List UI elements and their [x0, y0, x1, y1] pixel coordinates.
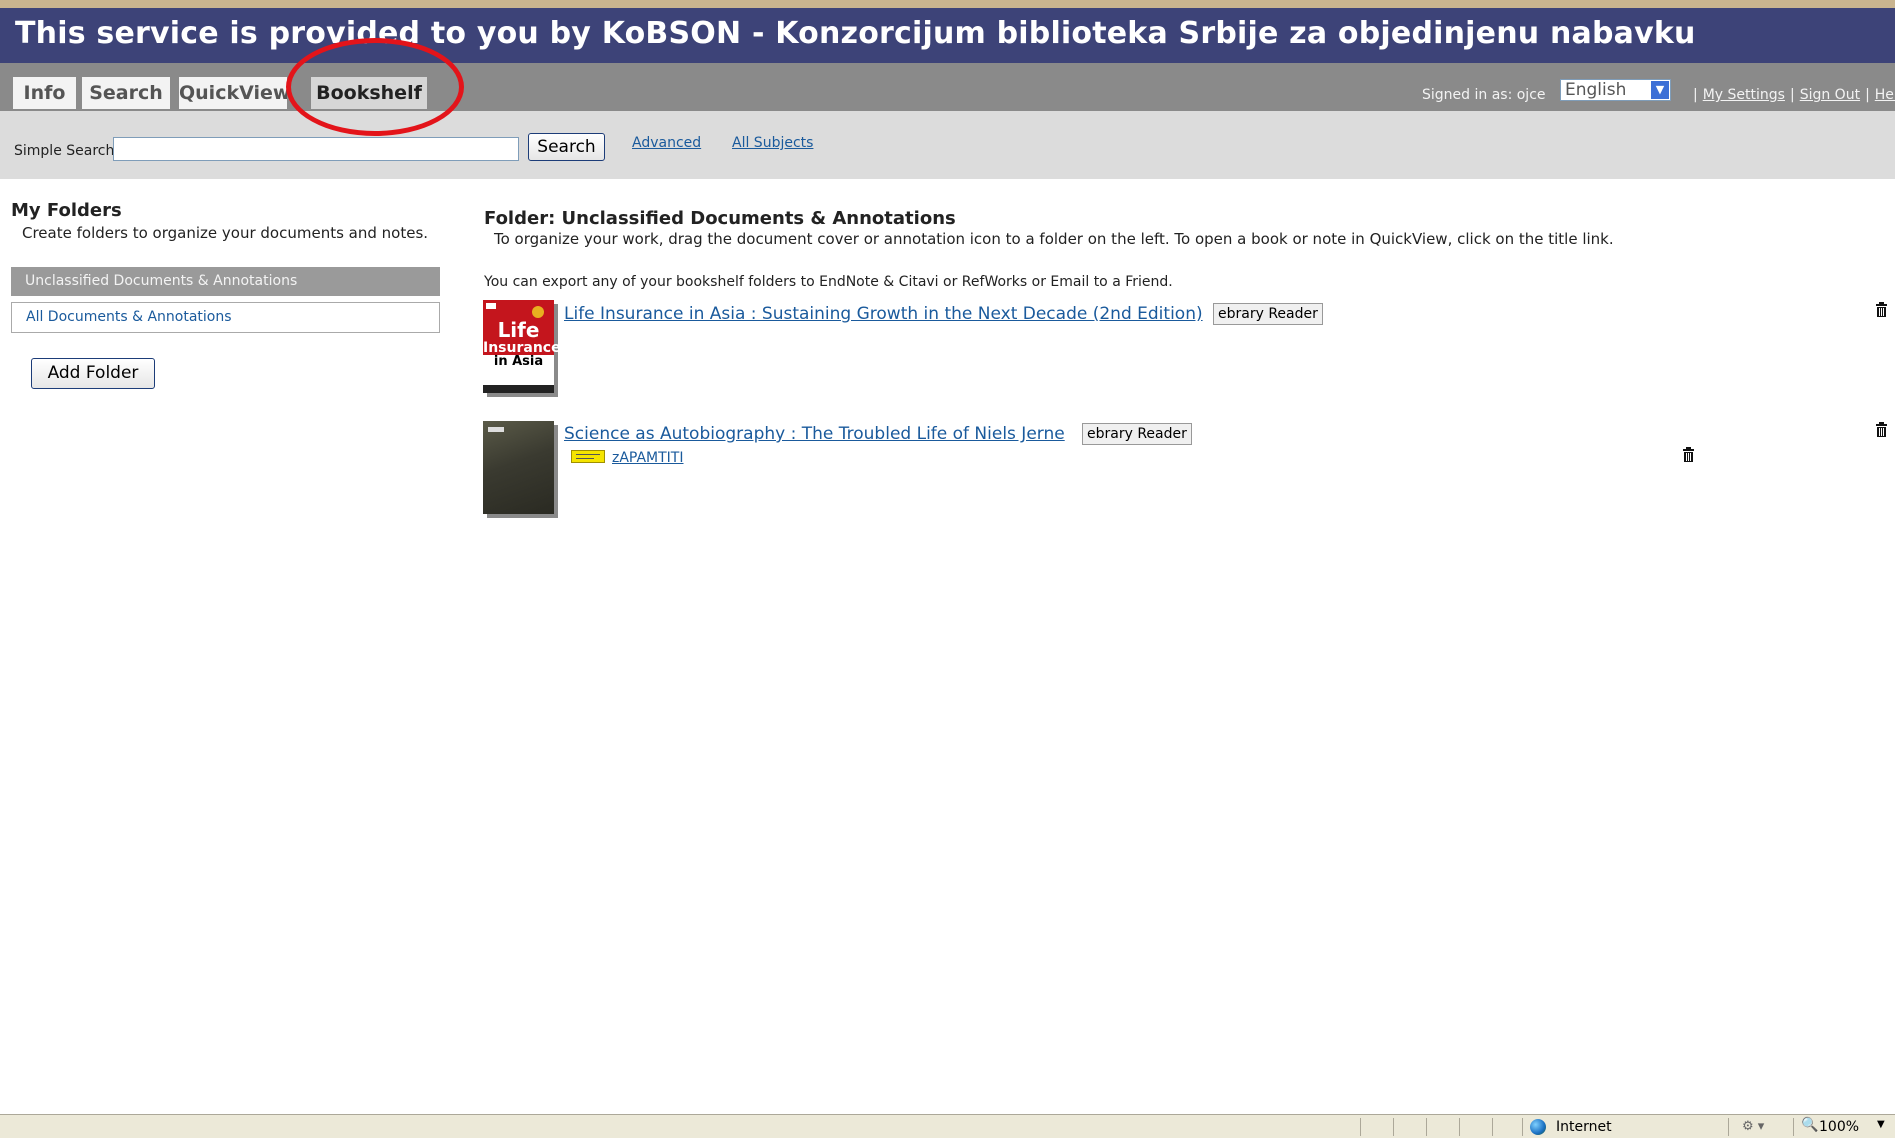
folder-title: Folder: Unclassified Documents & Annotat… — [484, 208, 956, 229]
status-divider — [1426, 1118, 1427, 1136]
page: This service is provided to you by KoBSO… — [0, 8, 1895, 1114]
add-folder-button[interactable]: Add Folder — [31, 358, 155, 389]
simple-search-input[interactable] — [113, 137, 519, 161]
nav-bar: Info Search QuickView Bookshelf Signed i… — [0, 63, 1895, 111]
document-title-link[interactable]: Life Insurance in Asia : Sustaining Grow… — [564, 304, 1203, 324]
language-select[interactable]: English ▼ — [1560, 79, 1671, 101]
status-divider — [1522, 1118, 1523, 1136]
status-divider — [1360, 1118, 1361, 1136]
my-settings-link[interactable]: My Settings — [1703, 87, 1785, 103]
folder-item-all-documents[interactable]: All Documents & Annotations — [11, 302, 440, 333]
globe-icon — [1530, 1119, 1546, 1135]
zoom-level[interactable]: 100% — [1819, 1119, 1859, 1135]
trash-icon[interactable] — [1875, 302, 1888, 317]
top-links: |My Settings|Sign Out|Help — [1688, 87, 1895, 103]
my-folders-title: My Folders — [11, 200, 122, 221]
status-divider — [1492, 1118, 1493, 1136]
browser-top-strip — [0, 0, 1895, 8]
publisher-mark — [486, 303, 496, 309]
link-separator: | — [1693, 87, 1698, 103]
status-bar: Internet ⚙ ▾ 🔍 100% ▼ — [0, 1114, 1895, 1138]
trash-icon[interactable] — [1875, 422, 1888, 437]
book-cover-science-autobiography[interactable] — [483, 421, 554, 514]
tab-search[interactable]: Search — [82, 77, 170, 109]
status-divider — [1459, 1118, 1460, 1136]
ebrary-reader-button[interactable]: ebrary Reader — [1082, 423, 1192, 445]
search-bar: Simple Search: Search Advanced All Subje… — [0, 111, 1895, 179]
annotation-note-icon[interactable] — [571, 450, 605, 463]
publisher-mark — [488, 427, 504, 432]
trash-icon[interactable] — [1682, 447, 1695, 462]
annotation-link[interactable]: zAPAMTITI — [612, 450, 684, 466]
help-link[interactable]: Help — [1875, 87, 1895, 103]
my-folders-subtitle: Create folders to organize your document… — [22, 224, 429, 242]
ebrary-reader-button[interactable]: ebrary Reader — [1213, 303, 1323, 325]
cover-title-line: Life — [497, 318, 540, 342]
folder-item-unclassified[interactable]: Unclassified Documents & Annotations — [11, 267, 440, 296]
status-divider — [1793, 1118, 1794, 1136]
book-cover-life-insurance[interactable]: Life Insurance in Asia — [483, 300, 561, 393]
protected-mode-icon[interactable]: ⚙ ▾ — [1742, 1119, 1764, 1134]
banner-text: This service is provided to you by KoBSO… — [15, 16, 1696, 51]
export-note: You can export any of your bookshelf fol… — [484, 274, 1173, 290]
tab-info[interactable]: Info — [13, 77, 76, 109]
tab-bookshelf[interactable]: Bookshelf — [311, 77, 427, 109]
document-title-link[interactable]: Science as Autobiography : The Troubled … — [564, 424, 1065, 444]
cover-title-line: in Asia — [493, 354, 544, 369]
language-value: English — [1565, 80, 1627, 100]
chevron-down-icon[interactable]: ▼ — [1651, 81, 1669, 99]
cover-footer — [483, 385, 554, 393]
simple-search-label: Simple Search: — [14, 143, 120, 159]
header-banner: This service is provided to you by KoBSO… — [0, 8, 1895, 63]
all-subjects-link[interactable]: All Subjects — [732, 135, 813, 151]
chevron-down-icon[interactable]: ▼ — [1877, 1119, 1885, 1130]
folder-instructions: To organize your work, drag the document… — [494, 230, 1614, 248]
status-divider — [1393, 1118, 1394, 1136]
signed-in-label: Signed in as: ojce — [1422, 87, 1546, 103]
advanced-search-link[interactable]: Advanced — [632, 135, 701, 151]
status-divider — [1728, 1118, 1729, 1136]
link-separator: | — [1865, 87, 1870, 103]
tab-quickview[interactable]: QuickView — [179, 77, 287, 109]
cover-logo — [532, 306, 544, 318]
sign-out-link[interactable]: Sign Out — [1800, 87, 1860, 103]
link-separator: | — [1789, 87, 1795, 103]
search-button[interactable]: Search — [528, 133, 605, 161]
security-zone: Internet — [1556, 1119, 1612, 1135]
zoom-icon[interactable]: 🔍 — [1801, 1117, 1818, 1133]
